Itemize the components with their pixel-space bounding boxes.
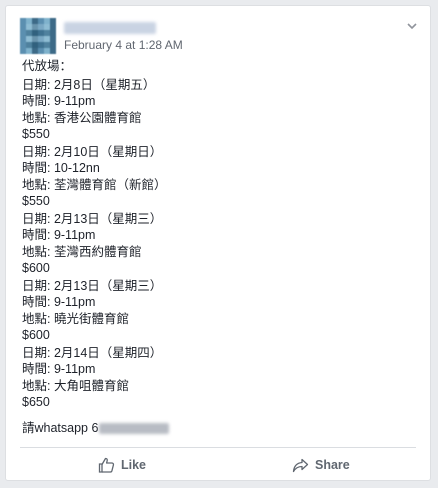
- event-time: 時間: 10-12nn: [22, 161, 100, 175]
- share-button[interactable]: Share: [292, 454, 350, 476]
- event-venue: 地點: 大角咀體育館: [22, 378, 129, 393]
- post-header: February 4 at 1:28 AM: [20, 16, 420, 56]
- post-timestamp[interactable]: February 4 at 1:28 AM: [64, 38, 183, 52]
- contact-text: 請whatsapp 6: [22, 421, 99, 435]
- event-block: 日期: 2月8日（星期五） 時間: 9-11pm 地點: 香港公園體育館 $55…: [22, 77, 417, 143]
- post-card: February 4 at 1:28 AM 代放場： 日期: 2月8日（星期五）…: [5, 5, 431, 481]
- action-bar: Like Share: [6, 448, 432, 480]
- event-venue: 地點: 荃灣體育館（新館）: [22, 177, 167, 192]
- event-price: $600: [22, 261, 50, 275]
- event-price: $650: [22, 395, 50, 409]
- event-date: 日期: 2月14日（星期四）: [22, 345, 163, 360]
- event-time: 時間: 9-11pm: [22, 362, 96, 376]
- event-time: 時間: 9-11pm: [22, 295, 96, 309]
- event-price: $550: [22, 194, 50, 208]
- event-block: 日期: 2月13日（星期三） 時間: 9-11pm 地點: 荃灣西約體育館 $6…: [22, 211, 417, 277]
- event-venue: 地點: 香港公園體育館: [22, 110, 142, 125]
- post-intro: 代放場：: [22, 59, 73, 73]
- event-date: 日期: 2月10日（星期日）: [22, 144, 163, 159]
- like-button[interactable]: Like: [98, 454, 146, 476]
- chevron-down-icon[interactable]: [404, 18, 420, 34]
- post-body: 代放場： 日期: 2月8日（星期五） 時間: 9-11pm 地點: 香港公園體育…: [22, 58, 417, 411]
- share-label: Share: [315, 458, 350, 472]
- event-price: $550: [22, 127, 50, 141]
- event-date: 日期: 2月13日（星期三）: [22, 278, 163, 293]
- event-price: $600: [22, 328, 50, 342]
- event-time: 時間: 9-11pm: [22, 94, 96, 108]
- event-block: 日期: 2月13日（星期三） 時間: 9-11pm 地點: 曉光街體育館 $60…: [22, 278, 417, 344]
- event-block: 日期: 2月10日（星期日） 時間: 10-12nn 地點: 荃灣體育館（新館）…: [22, 144, 417, 210]
- event-date: 日期: 2月13日（星期三）: [22, 211, 163, 226]
- event-block: 日期: 2月14日（星期四） 時間: 9-11pm 地點: 大角咀體育館 $65…: [22, 345, 417, 411]
- event-time: 時間: 9-11pm: [22, 228, 96, 242]
- event-venue: 地點: 荃灣西約體育館: [22, 244, 142, 259]
- event-date: 日期: 2月8日（星期五）: [22, 77, 156, 92]
- phone-number-redacted: [99, 423, 170, 435]
- author-name-redacted[interactable]: [64, 22, 156, 34]
- avatar[interactable]: [20, 18, 56, 54]
- contact-line: 請whatsapp 6: [22, 417, 170, 436]
- thumbs-up-icon: [98, 457, 115, 473]
- like-label: Like: [121, 458, 147, 472]
- share-arrow-icon: [292, 458, 309, 473]
- event-venue: 地點: 曉光街體育館: [22, 311, 129, 326]
